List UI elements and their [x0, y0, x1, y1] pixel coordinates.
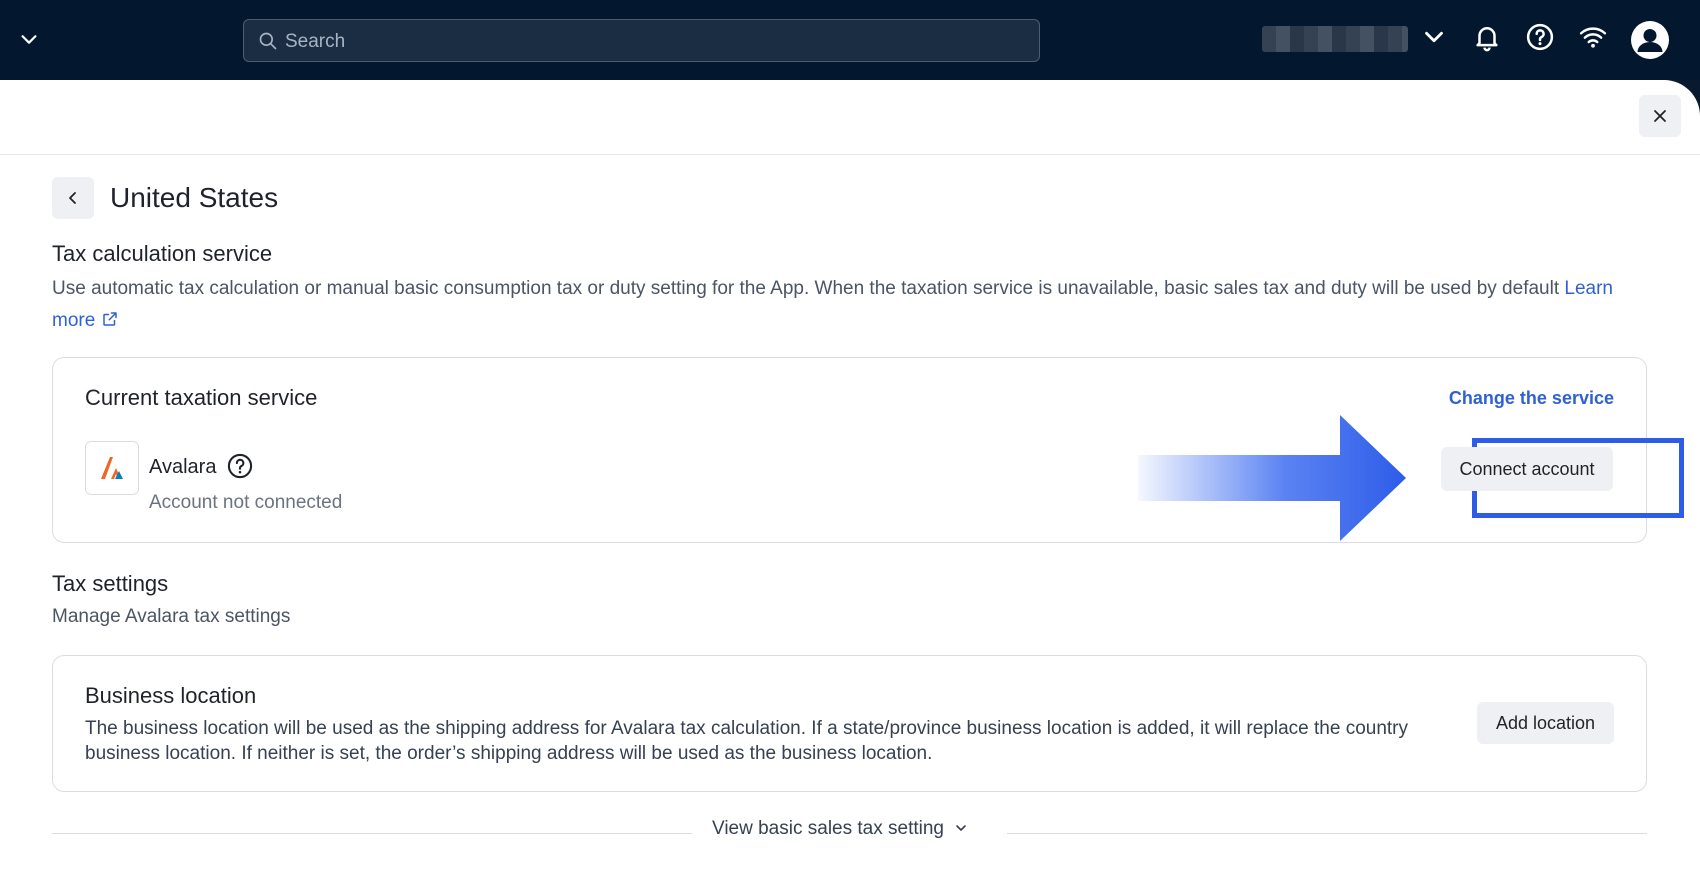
change-service-link[interactable]: Change the service — [1449, 388, 1614, 409]
chevron-down-icon[interactable] — [1419, 22, 1449, 52]
top-bar: Search — [0, 0, 1700, 80]
bell-icon[interactable] — [1472, 22, 1502, 52]
connect-account-button[interactable]: Connect account — [1441, 447, 1613, 491]
divider-line-right — [1007, 833, 1647, 834]
back-button[interactable] — [52, 177, 94, 219]
avalara-logo-icon — [101, 457, 123, 479]
view-basic-sales-tax-toggle[interactable]: View basic sales tax setting — [712, 818, 969, 840]
search-icon — [259, 32, 277, 50]
chevron-down-icon[interactable] — [18, 28, 40, 50]
page-title: United States — [110, 182, 279, 213]
user-avatar-icon[interactable] — [1631, 21, 1669, 59]
chevron-left-icon — [69, 192, 76, 204]
avalara-logo — [85, 441, 139, 495]
search-placeholder: Search — [285, 31, 346, 52]
add-location-button[interactable]: Add location — [1477, 702, 1614, 744]
external-link-icon — [102, 312, 117, 326]
business-location-title: Business location — [85, 683, 257, 708]
help-icon[interactable] — [1525, 22, 1555, 52]
close-button[interactable] — [1639, 95, 1681, 137]
business-location-card: Business location The business location … — [52, 655, 1647, 792]
tax-calc-description: Use automatic tax calculation or manual … — [52, 273, 1642, 337]
business-location-description: The business location will be used as th… — [85, 718, 1409, 764]
chevron-down-icon — [956, 825, 967, 831]
tax-settings-description: Manage Avalara tax settings — [52, 606, 291, 627]
view-basic-label: View basic sales tax setting — [712, 818, 944, 839]
tax-calc-title: Tax calculation service — [52, 241, 273, 266]
question-circle-icon[interactable] — [226, 452, 254, 480]
wifi-icon[interactable] — [1578, 22, 1608, 52]
current-service-title: Current taxation service — [85, 385, 318, 410]
view-basic-divider: View basic sales tax setting — [52, 818, 1647, 848]
divider-line-left — [52, 833, 692, 834]
panel-header — [0, 80, 1700, 155]
search-input[interactable]: Search — [243, 19, 1040, 62]
service-status: Account not connected — [149, 492, 343, 513]
close-icon — [1654, 110, 1666, 122]
settings-panel: United States Tax calculation service Us… — [0, 80, 1700, 878]
service-name: Avalara — [149, 456, 217, 478]
tax-calc-description-text: Use automatic tax calculation or manual … — [52, 278, 1560, 299]
tax-settings-title: Tax settings — [52, 571, 169, 596]
pointer-arrow-icon — [1138, 415, 1406, 541]
account-name-redacted[interactable] — [1262, 26, 1408, 52]
